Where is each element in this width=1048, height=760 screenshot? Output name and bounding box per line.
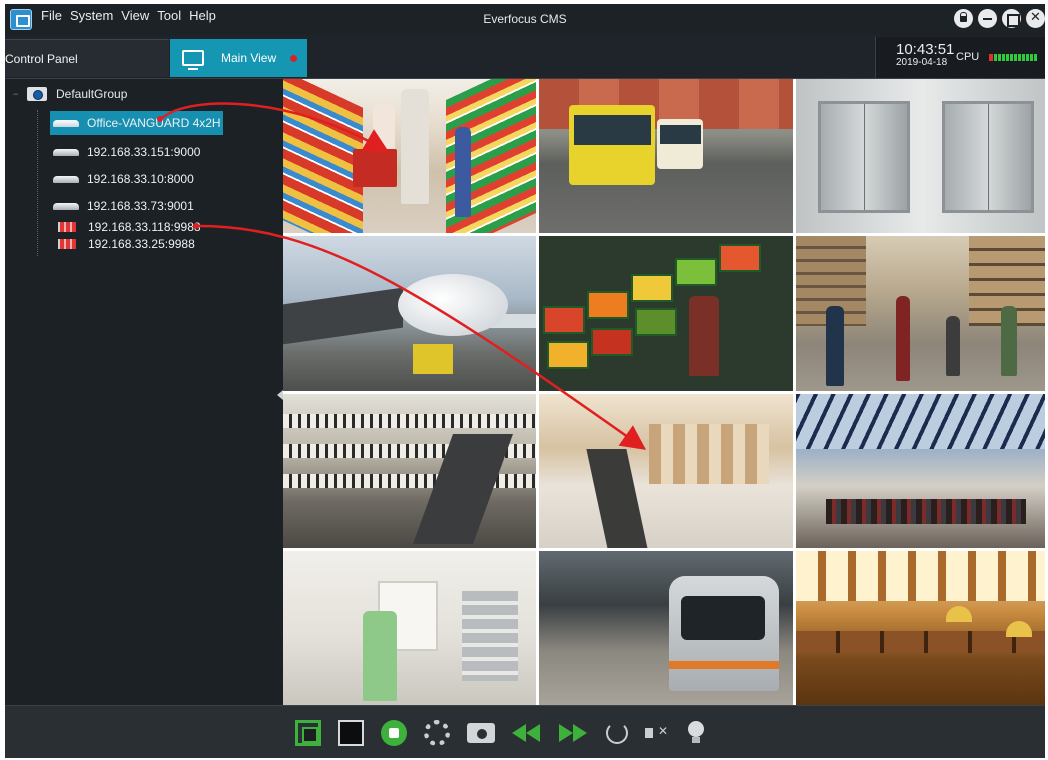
device-tree: − DefaultGroup Office-VANGUARD 4x2H 192.…: [5, 80, 283, 704]
window-controls: [954, 9, 1045, 28]
dvr-icon: [53, 148, 79, 156]
tree-root[interactable]: − DefaultGroup: [13, 87, 127, 101]
film-icon[interactable]: [424, 720, 450, 746]
mute-icon[interactable]: [645, 723, 671, 743]
camera-group-icon: [27, 87, 47, 101]
device-label: 192.168.33.118:9988: [88, 220, 201, 234]
tab-control-panel[interactable]: Control Panel: [5, 39, 1045, 741]
device-item[interactable]: 192.168.33.73:9001: [50, 194, 194, 218]
device-label: 192.168.33.151:9000: [87, 145, 201, 159]
camera-view[interactable]: [539, 393, 793, 548]
collapse-sidebar-handle[interactable]: [277, 390, 283, 400]
clock-time: 10:43:51: [896, 41, 955, 58]
close-icon[interactable]: [1026, 9, 1045, 28]
light-icon[interactable]: [688, 721, 704, 745]
status-panel: 10:43:51 2019-04-18 CPU: [875, 37, 1045, 78]
playback-toolbar: [5, 705, 1045, 758]
record-icon[interactable]: [381, 720, 407, 746]
lock-icon[interactable]: [954, 9, 973, 28]
dvr-icon: [53, 202, 79, 210]
tab-label: Main View: [221, 51, 277, 65]
fullscreen-icon[interactable]: [295, 720, 321, 746]
cpu-meter: [989, 54, 1037, 61]
camera-view[interactable]: [283, 393, 537, 548]
cms-window: File System View Tool Help Everfocus CMS…: [5, 4, 1045, 758]
tree-connector: [37, 110, 38, 256]
tab-label: Control Panel: [5, 51, 78, 66]
cpu-label: CPU: [956, 51, 980, 63]
single-view-icon[interactable]: [338, 720, 364, 746]
device-label: 192.168.33.10:8000: [87, 172, 194, 186]
clock-date: 2019-04-18: [896, 57, 948, 68]
camera-view[interactable]: [283, 79, 537, 234]
loop-icon[interactable]: [606, 722, 628, 744]
minimize-icon[interactable]: [978, 9, 997, 28]
device-label: 192.168.33.73:9001: [87, 199, 194, 213]
device-item[interactable]: Office-VANGUARD 4x2H: [50, 111, 223, 135]
monitor-icon: [182, 50, 204, 70]
camera-view[interactable]: [795, 79, 1045, 234]
fast-forward-icon[interactable]: [559, 724, 589, 742]
title-bar: File System View Tool Help Everfocus CMS: [5, 4, 1045, 35]
group-label: DefaultGroup: [56, 87, 128, 101]
camera-view[interactable]: [539, 550, 793, 705]
device-item[interactable]: 192.168.33.118:9988: [50, 218, 201, 236]
device-item[interactable]: 192.168.33.25:9988: [50, 235, 195, 253]
device-item[interactable]: 192.168.33.151:9000: [50, 140, 200, 164]
device-label: Office-VANGUARD 4x2H: [87, 116, 221, 130]
camera-view[interactable]: [795, 393, 1045, 548]
camera-view[interactable]: [283, 550, 537, 705]
camera-view[interactable]: [539, 79, 793, 234]
flag-icon: [58, 239, 76, 249]
dvr-icon: [53, 175, 79, 183]
snapshot-icon[interactable]: [467, 723, 495, 743]
device-item[interactable]: 192.168.33.10:8000: [50, 167, 194, 191]
maximize-icon[interactable]: [1002, 9, 1021, 28]
camera-view[interactable]: [795, 236, 1045, 391]
flag-icon: [58, 222, 76, 232]
tab-main-view[interactable]: Main View: [170, 39, 307, 77]
tab-close-icon[interactable]: [290, 54, 298, 62]
rewind-icon[interactable]: [512, 724, 542, 742]
collapse-icon[interactable]: −: [13, 89, 27, 99]
camera-view[interactable]: [539, 236, 793, 391]
camera-view[interactable]: [795, 550, 1045, 705]
camera-grid: [283, 79, 1045, 705]
dvr-icon: [53, 119, 79, 127]
window-title: Everfocus CMS: [483, 12, 567, 26]
device-label: 192.168.33.25:9988: [88, 237, 195, 251]
camera-view[interactable]: [283, 236, 537, 391]
